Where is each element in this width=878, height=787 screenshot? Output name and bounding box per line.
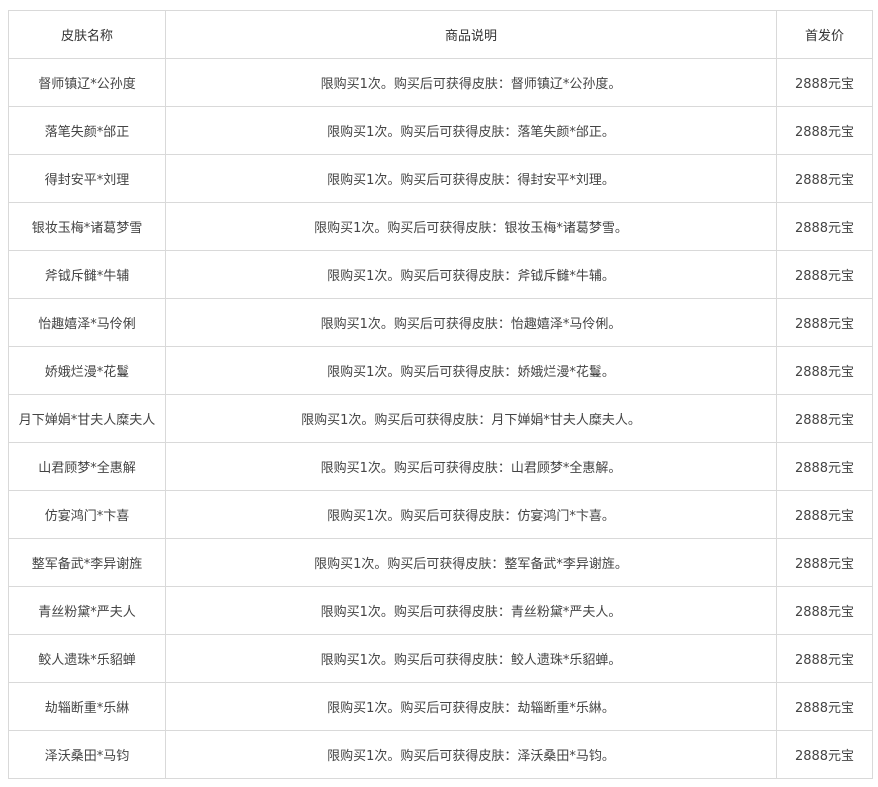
price-cell: 2888元宝 bbox=[776, 202, 873, 251]
description-cell: 限购买1次。购买后可获得皮肤：斧钺斥雠*牛辅。 bbox=[165, 250, 777, 299]
skin-name-cell: 得封安平*刘理 bbox=[8, 154, 166, 203]
table-row: 青丝粉黛*严夫人 限购买1次。购买后可获得皮肤：青丝粉黛*严夫人。 2888元宝 bbox=[8, 586, 873, 635]
price-cell: 2888元宝 bbox=[776, 682, 873, 731]
skin-table: 皮肤名称 商品说明 首发价 督师镇辽*公孙度 限购买1次。购买后可获得皮肤：督师… bbox=[8, 10, 873, 779]
table-row: 娇娥烂漫*花鬘 限购买1次。购买后可获得皮肤：娇娥烂漫*花鬘。 2888元宝 bbox=[8, 346, 873, 395]
price-cell: 2888元宝 bbox=[776, 346, 873, 395]
table-row: 劫辎断重*乐綝 限购买1次。购买后可获得皮肤：劫辎断重*乐綝。 2888元宝 bbox=[8, 682, 873, 731]
header-skin-name: 皮肤名称 bbox=[8, 10, 166, 59]
description-cell: 限购买1次。购买后可获得皮肤：鲛人遗珠*乐貂蝉。 bbox=[165, 634, 777, 683]
table-row: 月下婵娟*甘夫人糜夫人 限购买1次。购买后可获得皮肤：月下婵娟*甘夫人糜夫人。 … bbox=[8, 394, 873, 443]
description-cell: 限购买1次。购买后可获得皮肤：怡趣嬉泽*马伶俐。 bbox=[165, 298, 777, 347]
price-cell: 2888元宝 bbox=[776, 442, 873, 491]
skin-name-cell: 仿宴鸿门*卞喜 bbox=[8, 490, 166, 539]
header-price: 首发价 bbox=[776, 10, 873, 59]
description-cell: 限购买1次。购买后可获得皮肤：泽沃桑田*马钧。 bbox=[165, 730, 777, 779]
table-row: 泽沃桑田*马钧 限购买1次。购买后可获得皮肤：泽沃桑田*马钧。 2888元宝 bbox=[8, 730, 873, 779]
description-cell: 限购买1次。购买后可获得皮肤：娇娥烂漫*花鬘。 bbox=[165, 346, 777, 395]
description-cell: 限购买1次。购买后可获得皮肤：督师镇辽*公孙度。 bbox=[165, 58, 777, 107]
description-cell: 限购买1次。购买后可获得皮肤：整军备武*李异谢旌。 bbox=[165, 538, 777, 587]
table-row: 银妆玉梅*诸葛梦雪 限购买1次。购买后可获得皮肤：银妆玉梅*诸葛梦雪。 2888… bbox=[8, 202, 873, 251]
table-row: 督师镇辽*公孙度 限购买1次。购买后可获得皮肤：督师镇辽*公孙度。 2888元宝 bbox=[8, 58, 873, 107]
skin-name-cell: 山君顾梦*全惠解 bbox=[8, 442, 166, 491]
description-cell: 限购买1次。购买后可获得皮肤：劫辎断重*乐綝。 bbox=[165, 682, 777, 731]
skin-name-cell: 娇娥烂漫*花鬘 bbox=[8, 346, 166, 395]
skin-name-cell: 月下婵娟*甘夫人糜夫人 bbox=[8, 394, 166, 443]
table-row: 得封安平*刘理 限购买1次。购买后可获得皮肤：得封安平*刘理。 2888元宝 bbox=[8, 154, 873, 203]
skin-name-cell: 劫辎断重*乐綝 bbox=[8, 682, 166, 731]
price-cell: 2888元宝 bbox=[776, 106, 873, 155]
skin-name-cell: 怡趣嬉泽*马伶俐 bbox=[8, 298, 166, 347]
table-header-row: 皮肤名称 商品说明 首发价 bbox=[8, 10, 873, 59]
price-cell: 2888元宝 bbox=[776, 298, 873, 347]
description-cell: 限购买1次。购买后可获得皮肤：山君顾梦*全惠解。 bbox=[165, 442, 777, 491]
table-row: 鲛人遗珠*乐貂蝉 限购买1次。购买后可获得皮肤：鲛人遗珠*乐貂蝉。 2888元宝 bbox=[8, 634, 873, 683]
table-row: 整军备武*李异谢旌 限购买1次。购买后可获得皮肤：整军备武*李异谢旌。 2888… bbox=[8, 538, 873, 587]
skin-name-cell: 银妆玉梅*诸葛梦雪 bbox=[8, 202, 166, 251]
skin-name-cell: 整军备武*李异谢旌 bbox=[8, 538, 166, 587]
skin-name-cell: 斧钺斥雠*牛辅 bbox=[8, 250, 166, 299]
price-cell: 2888元宝 bbox=[776, 58, 873, 107]
page: 皮肤名称 商品说明 首发价 督师镇辽*公孙度 限购买1次。购买后可获得皮肤：督师… bbox=[0, 0, 878, 787]
table-row: 仿宴鸿门*卞喜 限购买1次。购买后可获得皮肤：仿宴鸿门*卞喜。 2888元宝 bbox=[8, 490, 873, 539]
description-cell: 限购买1次。购买后可获得皮肤：仿宴鸿门*卞喜。 bbox=[165, 490, 777, 539]
price-cell: 2888元宝 bbox=[776, 250, 873, 299]
skin-name-cell: 督师镇辽*公孙度 bbox=[8, 58, 166, 107]
price-cell: 2888元宝 bbox=[776, 586, 873, 635]
description-cell: 限购买1次。购买后可获得皮肤：落笔失颜*邰正。 bbox=[165, 106, 777, 155]
price-cell: 2888元宝 bbox=[776, 154, 873, 203]
price-cell: 2888元宝 bbox=[776, 538, 873, 587]
skin-name-cell: 泽沃桑田*马钧 bbox=[8, 730, 166, 779]
header-description: 商品说明 bbox=[165, 10, 777, 59]
table-row: 山君顾梦*全惠解 限购买1次。购买后可获得皮肤：山君顾梦*全惠解。 2888元宝 bbox=[8, 442, 873, 491]
table-row: 斧钺斥雠*牛辅 限购买1次。购买后可获得皮肤：斧钺斥雠*牛辅。 2888元宝 bbox=[8, 250, 873, 299]
price-cell: 2888元宝 bbox=[776, 394, 873, 443]
description-cell: 限购买1次。购买后可获得皮肤：月下婵娟*甘夫人糜夫人。 bbox=[165, 394, 777, 443]
table-row: 落笔失颜*邰正 限购买1次。购买后可获得皮肤：落笔失颜*邰正。 2888元宝 bbox=[8, 106, 873, 155]
description-cell: 限购买1次。购买后可获得皮肤：银妆玉梅*诸葛梦雪。 bbox=[165, 202, 777, 251]
table-row: 怡趣嬉泽*马伶俐 限购买1次。购买后可获得皮肤：怡趣嬉泽*马伶俐。 2888元宝 bbox=[8, 298, 873, 347]
price-cell: 2888元宝 bbox=[776, 634, 873, 683]
skin-name-cell: 青丝粉黛*严夫人 bbox=[8, 586, 166, 635]
description-cell: 限购买1次。购买后可获得皮肤：得封安平*刘理。 bbox=[165, 154, 777, 203]
skin-name-cell: 落笔失颜*邰正 bbox=[8, 106, 166, 155]
skin-name-cell: 鲛人遗珠*乐貂蝉 bbox=[8, 634, 166, 683]
description-cell: 限购买1次。购买后可获得皮肤：青丝粉黛*严夫人。 bbox=[165, 586, 777, 635]
price-cell: 2888元宝 bbox=[776, 730, 873, 779]
price-cell: 2888元宝 bbox=[776, 490, 873, 539]
